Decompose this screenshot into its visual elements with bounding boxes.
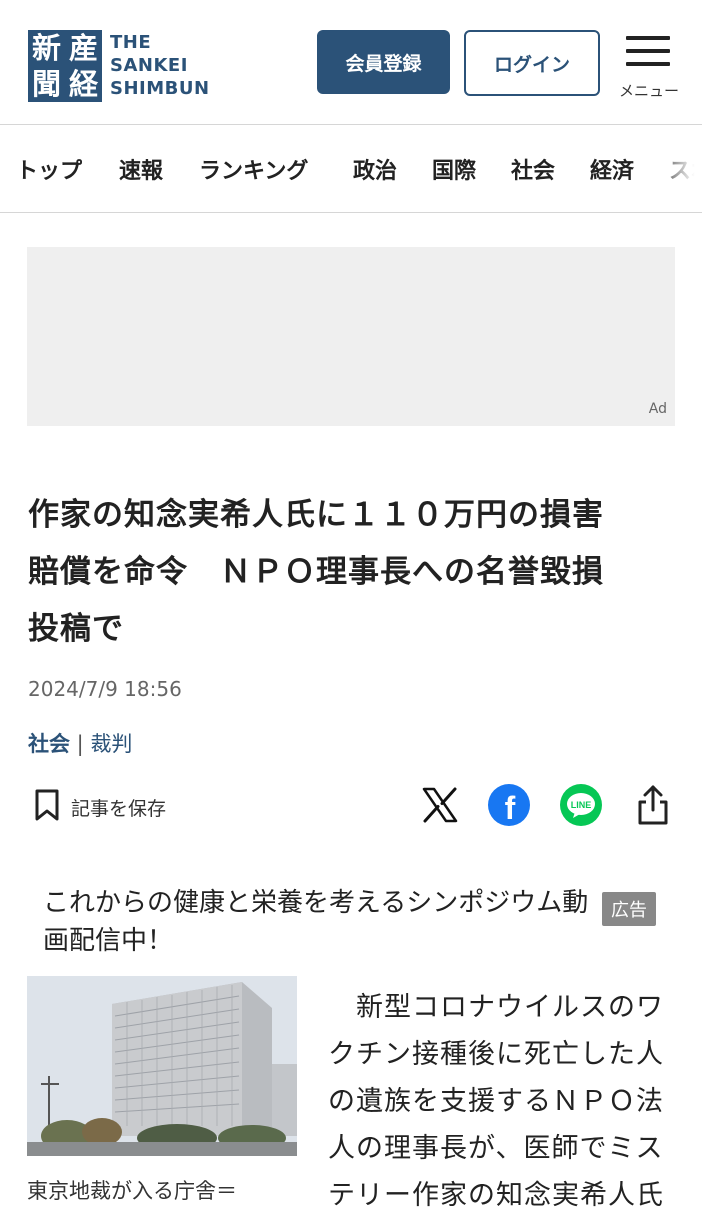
article-body-line-1: 新型コロナウイルスのワ (328, 992, 664, 1023)
share-line-button[interactable]: LINE (559, 783, 603, 831)
share-facebook-button[interactable]: f (487, 783, 531, 831)
logo-text-line-3: SHIMBUN (110, 78, 210, 99)
share-native-button[interactable] (631, 785, 675, 829)
article-title-line-3: 投稿で (28, 611, 124, 647)
ad-slot[interactable]: Ad (27, 247, 675, 426)
login-button[interactable]: ログイン (464, 30, 600, 96)
category-nav: トップ 速報 ランキング 政治 国際 社会 経済 スポ (0, 125, 702, 213)
sankei-logo-mark[interactable]: 新 産 聞 経 (28, 30, 102, 102)
nav-fade-overlay (652, 125, 702, 212)
article-body-line-5: テリー作家の知念実希人氏 (328, 1180, 664, 1211)
menu-label: メニュー (618, 82, 679, 100)
nav-item-politics[interactable]: 政治 (353, 153, 397, 185)
logo-kanji-2: 産 (68, 31, 98, 65)
article-body-line-2: クチン接種後に死亡した人 (328, 1039, 664, 1070)
save-article-label: 記事を保存 (71, 797, 167, 820)
logo-kanji-1: 新 (31, 31, 61, 65)
svg-text:LINE: LINE (571, 800, 592, 810)
article-categories: 社会 | 裁判 (28, 728, 132, 758)
sankei-logo-text[interactable]: THE SANKEI SHIMBUN (110, 31, 210, 100)
nav-item-breaking[interactable]: 速報 (119, 153, 163, 185)
article-body: 新型コロナウイルスのワ クチン接種後に死亡した人 の遺族を支援するＮＰＯ法 人の… (328, 984, 678, 1219)
article-body-line-3: の遺族を支援するＮＰＯ法 (328, 1086, 664, 1117)
nav-item-top[interactable]: トップ (16, 153, 82, 185)
logo-kanji-4: 経 (68, 67, 98, 101)
share-x-button[interactable] (418, 785, 462, 829)
facebook-icon: f (487, 783, 531, 831)
nav-item-economy[interactable]: 経済 (590, 153, 634, 185)
article-date: 2024/7/9 18:56 (28, 677, 182, 701)
svg-text:f: f (505, 790, 516, 826)
category-link-society[interactable]: 社会 (28, 732, 70, 756)
bookmark-icon (33, 788, 61, 826)
x-icon (420, 785, 460, 829)
sponsored-badge: 広告 (602, 892, 656, 926)
nav-item-international[interactable]: 国際 (432, 153, 476, 185)
site-header: 新 産 聞 経 THE SANKEI SHIMBUN 会員登録 ログイン メニュ… (0, 0, 702, 125)
ad-label: Ad (648, 401, 667, 417)
sponsored-link[interactable]: これからの健康と栄養を考えるシンポジウム動画配信中！ (43, 884, 603, 960)
logo-text-line-1: THE (110, 32, 152, 53)
logo-kanji-3: 聞 (31, 67, 61, 101)
nav-item-society[interactable]: 社会 (511, 153, 555, 185)
save-article-button[interactable]: 記事を保存 (33, 789, 166, 825)
menu-button[interactable]: メニュー (612, 36, 686, 102)
line-icon: LINE (559, 783, 603, 831)
article-body-line-4: 人の理事長が、医師でミス (328, 1133, 664, 1164)
courthouse-building-image (27, 976, 297, 1156)
category-separator: | (70, 732, 91, 756)
article-photo[interactable] (27, 976, 297, 1156)
nav-item-ranking[interactable]: ランキング (199, 153, 308, 185)
register-button[interactable]: 会員登録 (317, 30, 450, 94)
hamburger-icon (626, 36, 670, 66)
category-link-trial[interactable]: 裁判 (90, 732, 132, 756)
article-title: 作家の知念実希人氏に１１０万円の損害 賠償を命令 ＮＰＯ理事長への名誉毀損 投稿… (28, 487, 678, 658)
logo-text-line-2: SANKEI (110, 55, 188, 76)
share-icon (635, 783, 671, 831)
photo-caption: 東京地裁が入る庁舎＝ (27, 1179, 237, 1203)
article-title-line-1: 作家の知念実希人氏に１１０万円の損害 (28, 497, 604, 533)
article-title-line-2: 賠償を命令 ＮＰＯ理事長への名誉毀損 (28, 554, 604, 590)
